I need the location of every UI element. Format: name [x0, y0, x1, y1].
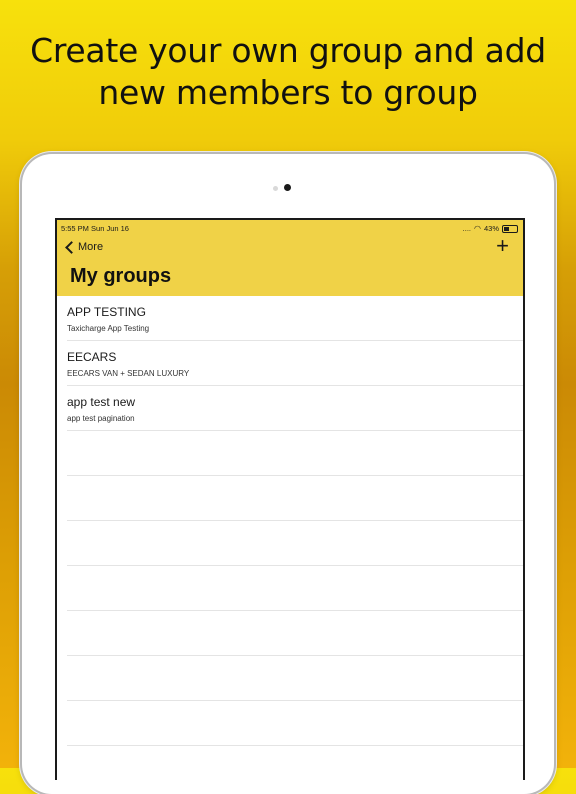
battery-percent: 43% [483, 224, 499, 233]
status-bar: 5:55 PM Sun Jun 16 .... ◠ 43% [57, 223, 523, 235]
group-description: Taxicharge App Testing [67, 324, 150, 333]
tablet-frame: 5:55 PM Sun Jun 16 .... ◠ 43% More + My … [22, 154, 554, 794]
group-name: app test new [67, 395, 136, 409]
page-title: My groups [70, 265, 172, 287]
back-label: More [78, 241, 104, 253]
empty-list-row [67, 431, 523, 476]
empty-list-row [67, 521, 523, 566]
navigation-bar: 5:55 PM Sun Jun 16 .... ◠ 43% More + My … [57, 220, 523, 296]
group-name: APP TESTING [67, 305, 146, 319]
chevron-left-icon [65, 240, 78, 254]
camera-dot [284, 184, 291, 191]
add-group-button[interactable]: + [496, 235, 509, 257]
promo-line-1: Create your own group and add [30, 31, 546, 70]
promo-line-2: new members to group [98, 73, 478, 112]
back-button[interactable]: More [64, 240, 104, 254]
group-description: EECARS VAN + SEDAN LUXURY [67, 369, 190, 378]
groups-list: APP TESTING Taxicharge App Testing EECAR… [57, 296, 523, 780]
status-time-date: 5:55 PM Sun Jun 16 [61, 224, 129, 233]
group-row-eecars[interactable]: EECARS EECARS VAN + SEDAN LUXURY [67, 341, 523, 386]
empty-list-row [67, 746, 523, 780]
group-name: EECARS [67, 350, 117, 364]
promo-headline: Create your own group and add new member… [0, 30, 576, 114]
app-screen: 5:55 PM Sun Jun 16 .... ◠ 43% More + My … [55, 218, 525, 780]
empty-list-row [67, 701, 523, 746]
status-right-group: .... ◠ 43% [463, 224, 518, 233]
signal-dots-icon: .... [462, 224, 471, 233]
empty-list-row [67, 566, 523, 611]
battery-fill [504, 226, 509, 231]
sensor-dot [273, 186, 278, 191]
empty-list-row [67, 611, 523, 656]
group-description: app test pagination [67, 414, 135, 423]
empty-list-row [67, 656, 523, 701]
empty-list-row [67, 476, 523, 521]
group-row-app-test-new[interactable]: app test new app test pagination [67, 386, 523, 431]
group-row-app-testing[interactable]: APP TESTING Taxicharge App Testing [67, 296, 523, 341]
wifi-icon: ◠ [474, 224, 481, 233]
battery-icon [502, 224, 518, 233]
